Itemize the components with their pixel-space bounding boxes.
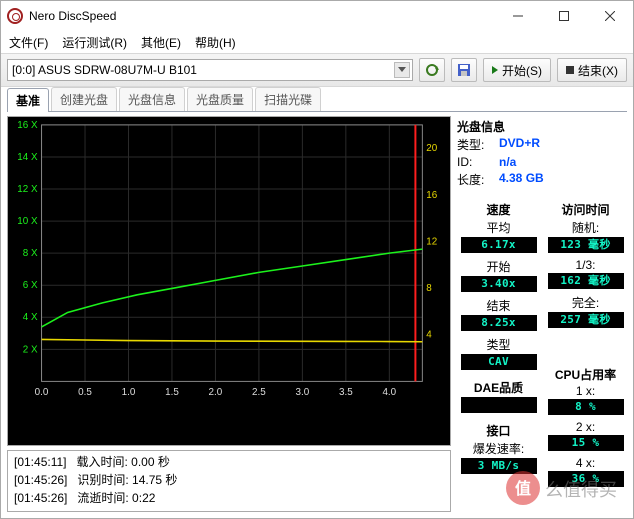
drive-select-text: [0:0] ASUS SDRW-08U7M-U B101	[12, 63, 197, 77]
tabstrip: 基准 创建光盘 光盘信息 光盘质量 扫描光碟	[1, 87, 633, 111]
svg-text:16 X: 16 X	[17, 120, 38, 131]
svg-text:1.5: 1.5	[165, 387, 179, 398]
disc-info-hdr: 光盘信息	[457, 118, 627, 135]
start-button[interactable]: 开始(S)	[483, 58, 551, 82]
drive-select[interactable]: [0:0] ASUS SDRW-08U7M-U B101	[7, 59, 413, 81]
log-row: [01:45:11]载入时间: 0.00 秒	[14, 453, 444, 471]
svg-text:4: 4	[426, 330, 432, 341]
svg-text:12: 12	[426, 236, 437, 247]
close-button[interactable]	[587, 1, 633, 31]
svg-text:3.0: 3.0	[296, 387, 310, 398]
disc-type-value: DVD+R	[499, 136, 540, 153]
svg-text:1.0: 1.0	[122, 387, 136, 398]
menu-help[interactable]: 帮助(H)	[195, 34, 236, 51]
cpu-4x: 36 %	[548, 471, 624, 487]
app-icon	[7, 8, 23, 24]
svg-text:6 X: 6 X	[23, 280, 38, 291]
seek-full: 257 毫秒	[548, 312, 624, 328]
menu-run[interactable]: 运行测试(R)	[62, 34, 127, 51]
svg-text:16: 16	[426, 190, 437, 201]
svg-text:2 X: 2 X	[23, 344, 38, 355]
tab-create-disc[interactable]: 创建光盘	[51, 87, 117, 111]
tab-scan-disc[interactable]: 扫描光碟	[255, 87, 321, 111]
svg-text:14 X: 14 X	[17, 152, 38, 163]
chevron-down-icon	[394, 62, 410, 78]
cpu-1x: 8 %	[548, 399, 624, 415]
svg-text:3.5: 3.5	[339, 387, 353, 398]
svg-text:12 X: 12 X	[17, 184, 38, 195]
tab-disc-quality[interactable]: 光盘质量	[187, 87, 253, 111]
svg-text:0.5: 0.5	[78, 387, 92, 398]
tab-benchmark[interactable]: 基准	[7, 88, 49, 112]
log-row: [01:45:26]识别时间: 14.75 秒	[14, 471, 444, 489]
seek-third: 162 毫秒	[548, 273, 624, 289]
disc-id-value: n/a	[499, 155, 516, 169]
svg-text:8 X: 8 X	[23, 248, 38, 259]
svg-text:20: 20	[426, 143, 437, 154]
svg-text:0.0: 0.0	[35, 387, 49, 398]
window-titlebar: Nero DiscSpeed	[1, 1, 633, 31]
play-icon	[492, 66, 498, 74]
start-label: 开始(S)	[502, 62, 542, 79]
speed-avg: 6.17x	[461, 237, 537, 253]
stop-label: 结束(X)	[578, 62, 618, 79]
svg-text:2.0: 2.0	[209, 387, 223, 398]
log-output: [01:45:11]载入时间: 0.00 秒 [01:45:26]识别时间: 1…	[7, 450, 451, 512]
menubar: 文件(F) 运行测试(R) 其他(E) 帮助(H)	[1, 31, 633, 53]
speed-start: 3.40x	[461, 276, 537, 292]
burst-rate: 3 MB/s	[461, 458, 537, 474]
svg-text:4.0: 4.0	[382, 387, 396, 398]
speed-type: CAV	[461, 354, 537, 370]
svg-text:10 X: 10 X	[17, 216, 38, 227]
log-row: [01:45:26]流逝时间: 0:22	[14, 489, 444, 507]
disc-length-value: 4.38 GB	[499, 171, 544, 188]
tab-disc-info[interactable]: 光盘信息	[119, 87, 185, 111]
refresh-button[interactable]	[419, 58, 445, 82]
speed-end: 8.25x	[461, 315, 537, 331]
benchmark-chart: 2 X 4 X 6 X 8 X 10 X 12 X 14 X 16 X 0.0 0.5 1.0 1.5…	[7, 116, 451, 446]
stop-button[interactable]: 结束(X)	[557, 58, 627, 82]
info-panel: 光盘信息 类型:DVD+R ID:n/a 长度:4.38 GB 速度 平均 6.…	[455, 116, 627, 512]
window-title: Nero DiscSpeed	[29, 9, 495, 23]
minimize-button[interactable]	[495, 1, 541, 31]
menu-file[interactable]: 文件(F)	[9, 34, 48, 51]
seek-random: 123 毫秒	[548, 237, 624, 253]
svg-text:2.5: 2.5	[252, 387, 266, 398]
maximize-button[interactable]	[541, 1, 587, 31]
svg-text:4 X: 4 X	[23, 312, 38, 323]
save-button[interactable]	[451, 58, 477, 82]
svg-text:8: 8	[426, 283, 432, 294]
cpu-2x: 15 %	[548, 435, 624, 451]
toolbar: [0:0] ASUS SDRW-08U7M-U B101 开始(S) 结束(X)	[1, 53, 633, 87]
stop-icon	[566, 66, 574, 74]
dae-quality	[461, 397, 537, 413]
menu-other[interactable]: 其他(E)	[141, 34, 181, 51]
